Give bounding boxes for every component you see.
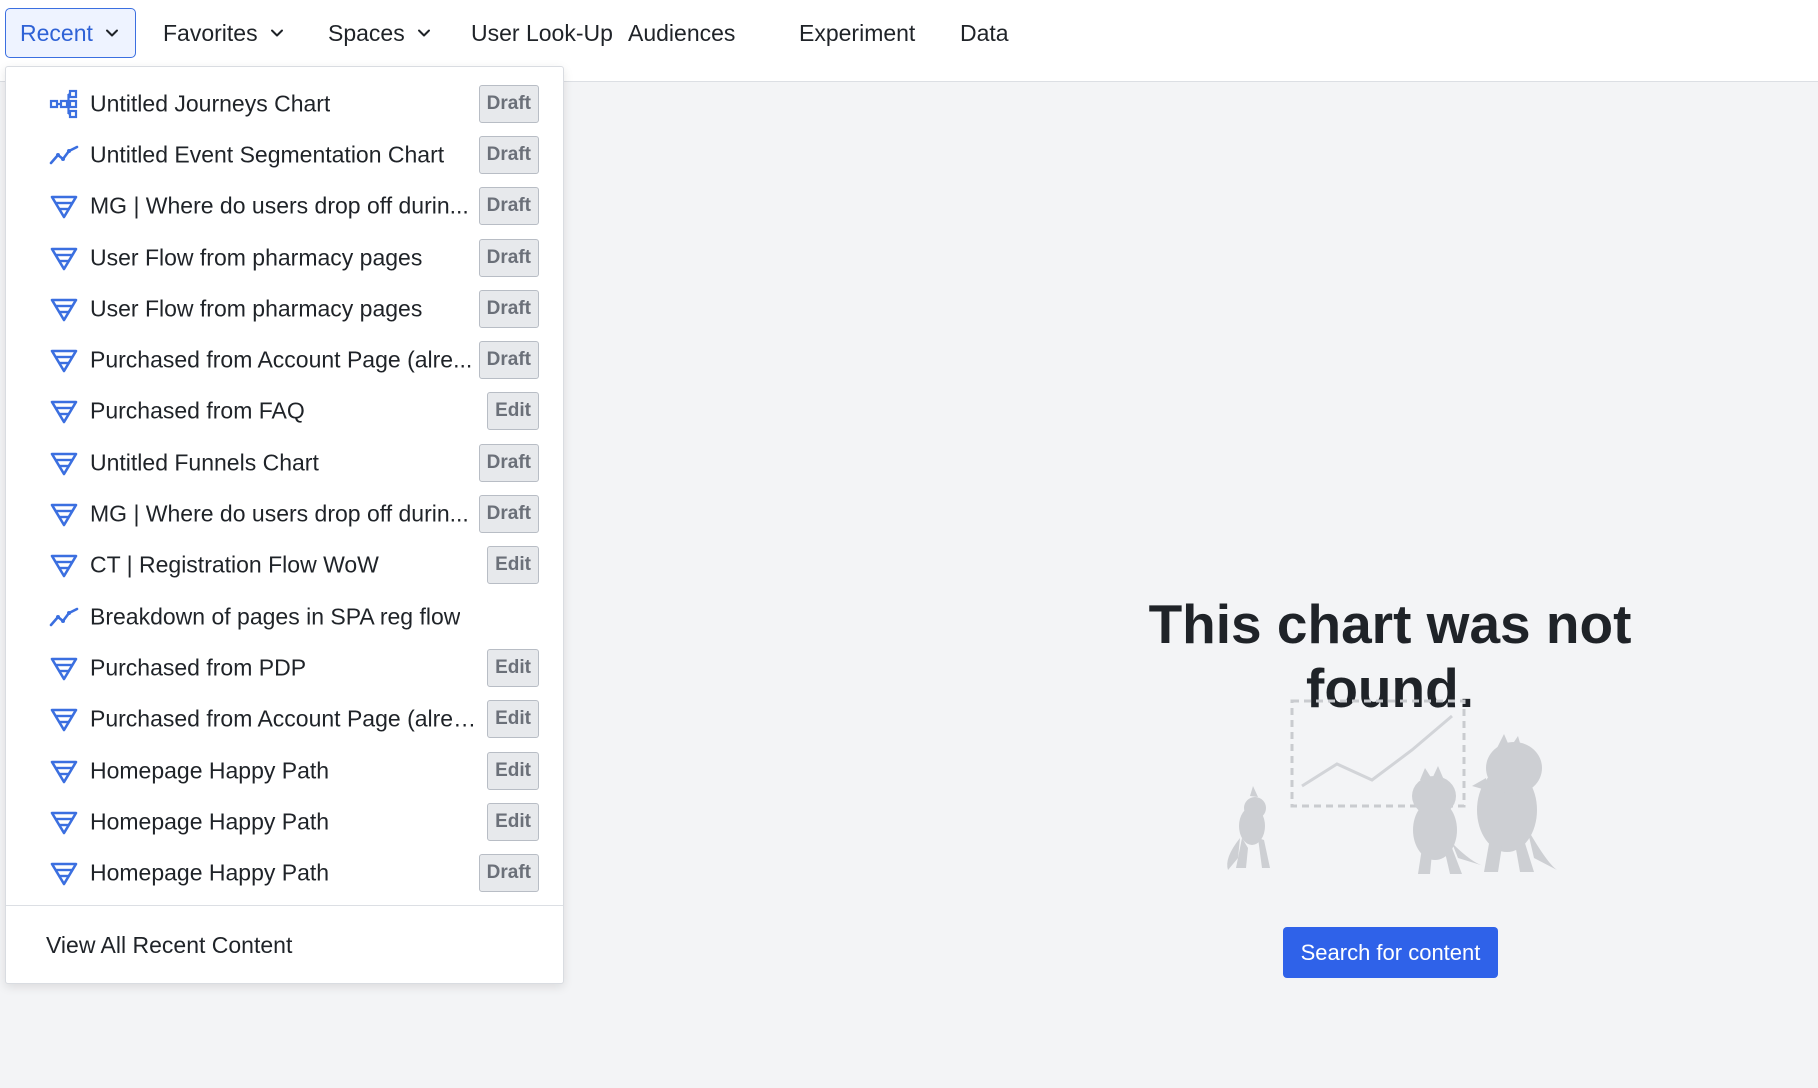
recent-item[interactable]: Homepage Happy Path Draft bbox=[6, 847, 563, 898]
draft-badge[interactable]: Draft bbox=[478, 84, 539, 123]
funnel-icon bbox=[48, 652, 80, 684]
recent-item-label: Homepage Happy Path bbox=[90, 859, 330, 886]
funnel-icon bbox=[48, 498, 80, 530]
nav-item-label: Audiences bbox=[628, 19, 736, 46]
chevron-down-icon bbox=[103, 24, 121, 42]
recent-item-label: MG | Where do users drop off durin... bbox=[90, 500, 469, 527]
segmentation-icon bbox=[48, 139, 80, 171]
nav-item-label: Experiment bbox=[799, 19, 916, 46]
recent-item-label: Purchased from Account Page (alrea... bbox=[90, 705, 480, 732]
recent-item[interactable]: Untitled Journeys Chart Draft bbox=[6, 78, 563, 129]
recent-item-label: CT | Registration Flow WoW bbox=[90, 551, 379, 578]
edit-badge[interactable]: Edit bbox=[487, 648, 539, 687]
recent-item[interactable]: Homepage Happy Path Edit bbox=[6, 796, 563, 847]
edit-badge[interactable]: Edit bbox=[487, 700, 539, 739]
recent-item[interactable]: Breakdown of pages in SPA reg flow bbox=[6, 591, 563, 642]
nav-item-label: Favorites bbox=[163, 19, 258, 46]
recent-item[interactable]: MG | Where do users drop off durin... Dra… bbox=[6, 181, 563, 232]
nav-item-label: Recent bbox=[20, 19, 93, 46]
search-for-content-button[interactable]: Search for content bbox=[1283, 927, 1498, 978]
funnel-icon bbox=[48, 857, 80, 889]
funnel-icon bbox=[48, 549, 80, 581]
nav-favorites[interactable]: Favorites bbox=[149, 8, 300, 58]
funnel-icon bbox=[48, 703, 80, 735]
recent-item[interactable]: Untitled Funnels Chart Draft bbox=[6, 437, 563, 488]
recent-item[interactable]: Purchased from PDP Edit bbox=[6, 642, 563, 693]
nav-item-label: Spaces bbox=[328, 19, 405, 46]
edit-badge[interactable]: Edit bbox=[487, 751, 539, 790]
nav-recent[interactable]: Recent bbox=[5, 8, 136, 58]
recent-item[interactable]: Homepage Happy Path Edit bbox=[6, 745, 563, 796]
funnel-icon bbox=[48, 344, 80, 376]
recent-item-label: MG | Where do users drop off durin... bbox=[90, 192, 469, 219]
draft-badge[interactable]: Draft bbox=[478, 135, 539, 174]
recent-item-label: User Flow from pharmacy pages bbox=[90, 295, 423, 322]
nav-item-label: Data bbox=[960, 19, 1009, 46]
recent-item[interactable]: Purchased from Account Page (alre... Draf… bbox=[6, 334, 563, 385]
funnel-icon bbox=[48, 190, 80, 222]
nav-audiences[interactable]: Audiences bbox=[614, 8, 749, 58]
journeys-icon bbox=[48, 88, 80, 120]
recent-items-list: Untitled Journeys Chart Draft Untitled Eve… bbox=[6, 78, 563, 899]
recent-item-label: Untitled Journeys Chart bbox=[90, 90, 331, 117]
recent-item[interactable]: CT | Registration Flow WoW Edit bbox=[6, 540, 563, 591]
recent-item-label: Breakdown of pages in SPA reg flow bbox=[90, 603, 461, 630]
chevron-down-icon bbox=[415, 24, 433, 42]
recent-item[interactable]: MG | Where do users drop off durin... Dra… bbox=[6, 488, 563, 539]
funnel-icon bbox=[48, 395, 80, 427]
nav-user-look-up[interactable]: User Look-Up bbox=[457, 8, 627, 58]
recent-item-label: Purchased from FAQ bbox=[90, 397, 305, 424]
edit-badge[interactable]: Edit bbox=[487, 392, 539, 431]
recent-item-label: Homepage Happy Path bbox=[90, 757, 330, 783]
recent-item-label: Purchased from PDP bbox=[90, 654, 307, 681]
recent-dropdown-menu: Untitled Journeys Chart Draft Untitled Eve… bbox=[5, 66, 564, 984]
draft-badge[interactable]: Draft bbox=[478, 289, 539, 328]
recent-item[interactable]: Purchased from FAQ Edit bbox=[6, 386, 563, 437]
recent-item-label: Purchased from Account Page (alre... bbox=[90, 346, 473, 373]
chevron-down-icon bbox=[268, 24, 286, 42]
recent-item[interactable]: Purchased from Account Page (alrea... Edi… bbox=[6, 694, 563, 745]
draft-badge[interactable]: Draft bbox=[478, 495, 539, 534]
recent-item-label: Untitled Funnels Chart bbox=[90, 449, 319, 476]
recent-item[interactable]: Untitled Event Segmentation Chart Draft bbox=[6, 129, 563, 180]
recent-item[interactable]: User Flow from pharmacy pages Draft bbox=[6, 283, 563, 334]
view-all-recent-content-link[interactable]: View All Recent Content bbox=[46, 925, 292, 965]
funnel-icon bbox=[48, 806, 80, 838]
funnel-icon bbox=[48, 755, 80, 787]
draft-badge[interactable]: Draft bbox=[478, 341, 539, 380]
recent-item-label: User Flow from pharmacy pages bbox=[90, 244, 423, 271]
edit-badge[interactable]: Edit bbox=[487, 546, 539, 585]
funnel-icon bbox=[48, 447, 80, 479]
draft-badge[interactable]: Draft bbox=[478, 238, 539, 277]
nav-item-label: User Look-Up bbox=[471, 19, 613, 46]
nav-spaces[interactable]: Spaces bbox=[314, 8, 447, 58]
edit-badge[interactable]: Edit bbox=[487, 802, 539, 841]
nav-data[interactable]: Data bbox=[946, 8, 1023, 58]
draft-badge[interactable]: Draft bbox=[478, 187, 539, 226]
segmentation-icon bbox=[48, 601, 80, 633]
funnel-icon bbox=[48, 293, 80, 325]
recent-item-label: Homepage Happy Path bbox=[90, 808, 330, 835]
draft-badge[interactable]: Draft bbox=[478, 443, 539, 482]
recent-item[interactable]: User Flow from pharmacy pages Draft bbox=[6, 232, 563, 283]
funnel-icon bbox=[48, 242, 80, 274]
recent-item-label: Untitled Event Segmentation Chart bbox=[90, 141, 445, 168]
menu-divider bbox=[6, 905, 563, 906]
dinosaurs-chart-illustration bbox=[1222, 698, 1557, 876]
nav-experiment[interactable]: Experiment bbox=[785, 8, 929, 58]
draft-badge[interactable]: Draft bbox=[478, 854, 539, 893]
